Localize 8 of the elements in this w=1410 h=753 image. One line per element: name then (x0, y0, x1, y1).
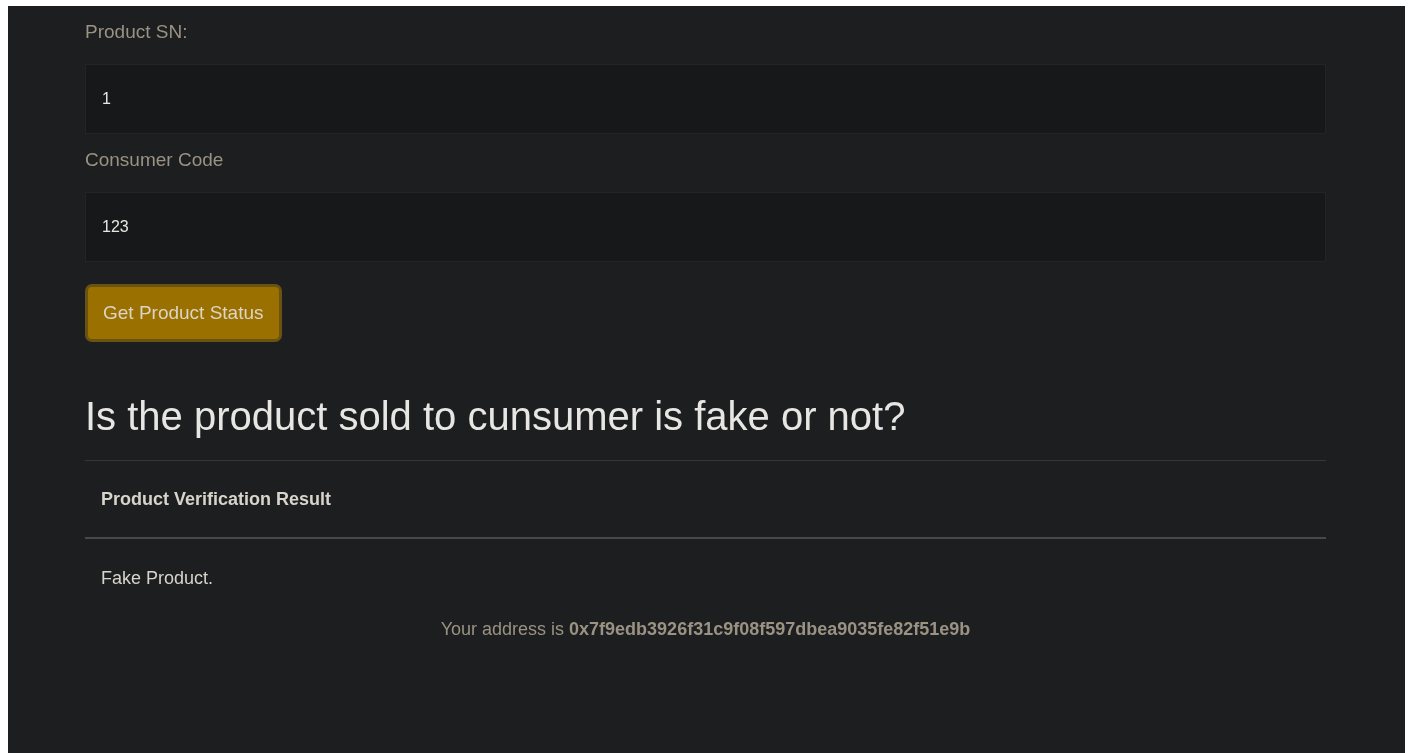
column-header: Product Verification Result (85, 460, 1326, 538)
address-text: Your address is 0x7f9edb3926f31c9f08f597dbea9035fe82f51e9b (440, 619, 971, 639)
table-cell: Fake Product. (85, 538, 1326, 617)
input-field[interactable]: 123 (85, 192, 1326, 262)
field-label: Product SN: (85, 21, 189, 43)
page-heading: Is the product sold to cunsumer is fake or not? (85, 393, 907, 440)
input-field[interactable]: 1 (85, 64, 1326, 134)
field-label: Consumer Code (85, 149, 225, 171)
